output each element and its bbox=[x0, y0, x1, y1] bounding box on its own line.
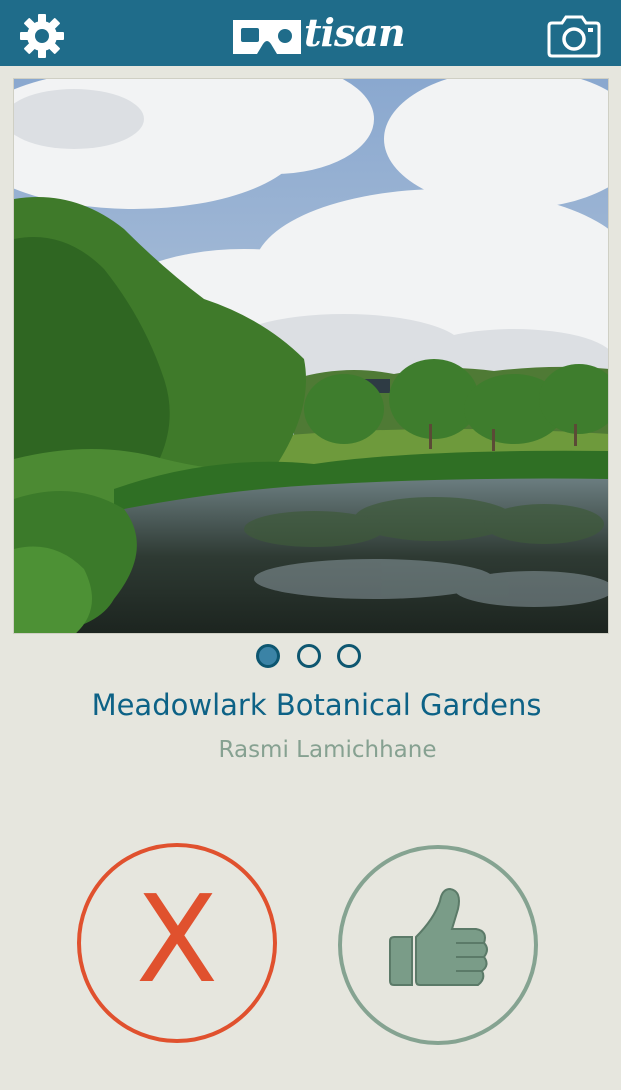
thumbs-up-icon bbox=[389, 887, 488, 986]
reject-button[interactable]: X bbox=[77, 843, 277, 1043]
camera-button[interactable] bbox=[546, 13, 602, 59]
vr-headset-icon bbox=[233, 20, 301, 54]
pagination-dot-3[interactable] bbox=[337, 644, 361, 668]
pagination-dot-2[interactable] bbox=[297, 644, 321, 668]
close-icon: X bbox=[135, 871, 219, 1010]
top-bar: tisan bbox=[0, 0, 621, 66]
gear-icon bbox=[20, 14, 64, 58]
pagination-dot-1[interactable] bbox=[256, 644, 280, 668]
like-button[interactable] bbox=[338, 845, 538, 1045]
app-logo: tisan bbox=[231, 10, 406, 60]
photo-pagination bbox=[256, 644, 366, 670]
photo-author: Rasmi Lamichhane bbox=[218, 737, 437, 763]
featured-photo[interactable] bbox=[13, 78, 609, 634]
settings-button[interactable] bbox=[17, 11, 67, 61]
place-title: Meadowlark Botanical Gardens bbox=[91, 688, 542, 722]
landscape-photo bbox=[14, 79, 608, 633]
logo-text: tisan bbox=[304, 10, 406, 55]
camera-icon bbox=[547, 15, 601, 58]
